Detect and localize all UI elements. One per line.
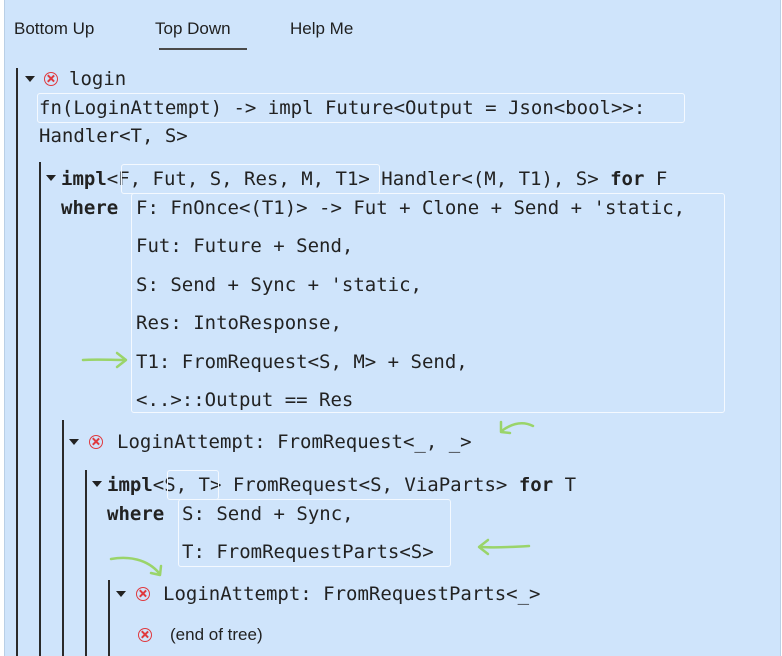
node-login-label[interactable]: login (69, 67, 126, 91)
tree-line-level-1 (16, 68, 18, 656)
tab-help-me[interactable]: Help Me (290, 19, 353, 39)
tab-bottom-up[interactable]: Bottom Up (14, 19, 94, 39)
login-signature-line1: fn(LoginAttempt) -> impl Future<Output =… (39, 97, 646, 119)
collapse-triangle-icon[interactable] (69, 439, 79, 445)
error-circle-x-icon (138, 628, 152, 642)
error-circle-x-icon (136, 587, 150, 601)
where-clause-2: Fut: Future + Send, (136, 235, 354, 257)
where-clause-3: S: Send + Sync + 'static, (136, 274, 422, 296)
for-keyword: for (610, 168, 645, 190)
impl-handler-head[interactable]: impl<F, Fut, S, Res, M, T1> Handler<(M, … (61, 167, 667, 191)
tree-line-level-5 (108, 580, 110, 656)
impl-from-request-head[interactable]: impl<S, T> FromRequest<S, ViaParts> for … (107, 473, 576, 497)
for-keyword: for (518, 474, 554, 496)
error-circle-x-icon (44, 72, 58, 86)
where-clause-1: F: FnOnce<(T1)> -> Fut + Clone + Send + … (136, 197, 686, 219)
where-clause-2: T: FromRequestParts<S> (182, 541, 434, 563)
where-keyword: where (61, 197, 119, 219)
node-from-request-label[interactable]: LoginAttempt: FromRequest<_, _> (117, 430, 472, 454)
node-from-request-parts-label[interactable]: LoginAttempt: FromRequestParts<_> (163, 582, 541, 606)
where-clause-4: Res: IntoResponse, (136, 312, 342, 334)
collapse-triangle-icon[interactable] (46, 175, 56, 181)
annotation-arrow (81, 351, 128, 369)
where-clause-5: T1: FromRequest<S, M> + Send, (136, 351, 468, 373)
login-signature-line2: Handler<T, S> (39, 125, 188, 147)
where-keyword: where (107, 503, 165, 525)
tree-line-level-4 (85, 470, 87, 656)
tree-line-level-3 (62, 420, 64, 656)
where-clause-6: <..>::Output == Res (136, 389, 354, 411)
proof-tree-panel: Bottom Up Top Down Help Me login fn(Logi… (4, 0, 781, 656)
impl-keyword: impl (61, 168, 107, 190)
impl-handler-head-rest: <F, Fut, S, Res, M, T1> Handler<(M, T1),… (106, 168, 611, 190)
error-circle-x-icon (89, 435, 103, 449)
impl-from-request-head-tail: T (553, 474, 577, 496)
collapse-triangle-icon[interactable] (25, 76, 35, 82)
active-tab-underline (159, 48, 247, 50)
tab-top-down[interactable]: Top Down (155, 19, 231, 39)
collapse-triangle-icon[interactable] (92, 481, 102, 487)
where-clause-1: S: Send + Sync, (182, 503, 354, 525)
impl-from-request-head-rest: <S, T> FromRequest<S, ViaParts> (152, 474, 519, 496)
annotation-arrow (109, 556, 163, 577)
annotation-arrow (499, 420, 535, 435)
impl-keyword: impl (107, 474, 153, 496)
impl-handler-head-tail: F (644, 168, 668, 190)
where-clauses-box (131, 193, 725, 413)
annotation-arrow (477, 538, 531, 556)
end-of-tree-label: (end of tree) (170, 625, 263, 644)
tree-line-level-2 (39, 162, 41, 656)
collapse-triangle-icon[interactable] (116, 591, 126, 597)
